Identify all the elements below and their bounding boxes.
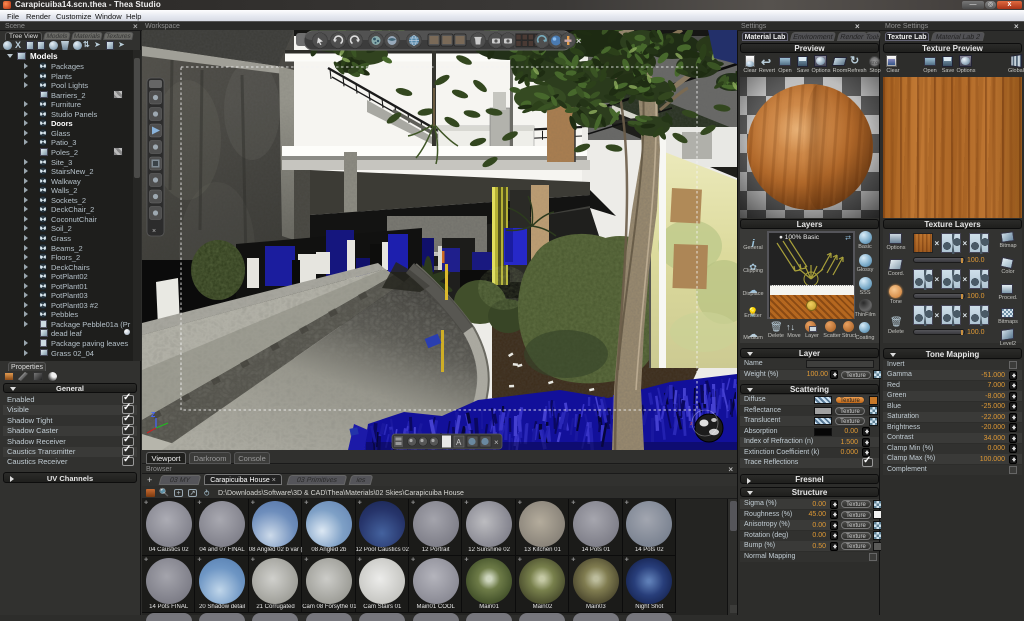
svg-text:Z: Z — [151, 412, 156, 419]
svg-text:×: × — [494, 438, 499, 447]
svg-text:×: × — [576, 36, 581, 46]
svg-text:×: × — [152, 228, 156, 235]
svg-text:A: A — [456, 438, 462, 447]
